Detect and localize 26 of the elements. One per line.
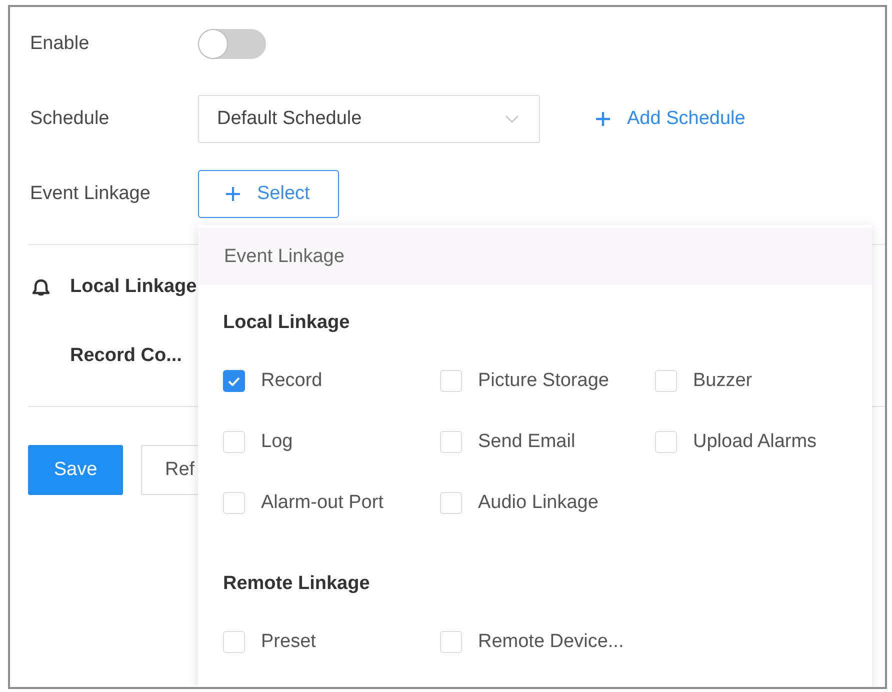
- checkbox-label[interactable]: Picture Storage: [478, 370, 609, 392]
- chevron-down-icon: [505, 115, 519, 123]
- checkbox-label[interactable]: Log: [261, 431, 293, 453]
- checkbox-label[interactable]: Audio Linkage: [478, 492, 598, 514]
- checkbox-label[interactable]: Send Email: [478, 431, 576, 453]
- schedule-select[interactable]: Default Schedule: [198, 95, 540, 143]
- panel-header: Event Linkage: [198, 228, 872, 285]
- checkbox[interactable]: [223, 370, 245, 392]
- group-title: Remote Linkage: [223, 572, 371, 596]
- checkbox-label[interactable]: Buzzer: [693, 370, 752, 392]
- group-title: Local Linkage: [223, 311, 351, 335]
- toggle-switch[interactable]: [198, 29, 266, 59]
- field-label: Event Linkage: [30, 183, 152, 205]
- bell-icon: [32, 278, 50, 296]
- plus-icon: [226, 187, 240, 201]
- checkbox-label[interactable]: Preset: [261, 631, 316, 653]
- field-label: Enable: [30, 33, 90, 55]
- plus-icon: [596, 112, 610, 126]
- check-icon: [228, 376, 240, 386]
- field-label: Schedule: [30, 108, 110, 130]
- section-title: Local Linkage: [70, 276, 197, 298]
- checkbox-label[interactable]: Alarm-out Port: [261, 492, 384, 514]
- checkbox-label[interactable]: Upload Alarms: [693, 431, 817, 453]
- field-label: Record Co...: [70, 345, 182, 367]
- checkbox-label[interactable]: Remote Device...: [478, 631, 624, 653]
- checkbox-label[interactable]: Record: [261, 370, 322, 392]
